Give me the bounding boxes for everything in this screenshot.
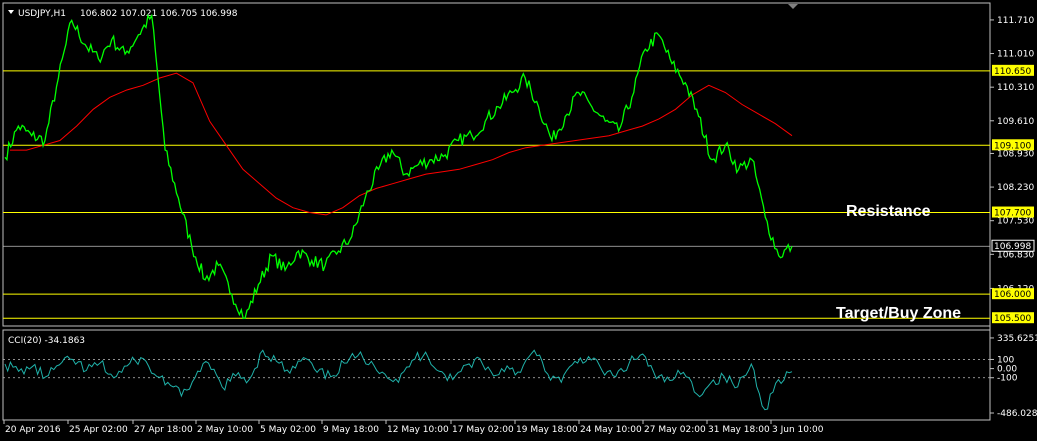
symbol-label: USDJPY,H1 <box>18 9 66 19</box>
chart-header: USDJPY,H1 106.802 107.021 106.705 106.99… <box>8 9 238 19</box>
price-pane <box>2 2 991 327</box>
time-axis: 20 Apr 2016 25 Apr 02:00 27 Apr 18:00 2 May… <box>3 420 824 435</box>
level-tag-label: 110.650 <box>994 67 1031 77</box>
price-tick-label: 108.230 <box>997 183 1034 193</box>
cci-tick-label: -100 <box>997 374 1018 384</box>
resistance-annotation: Resistance <box>846 203 931 220</box>
price-tick-label: 109.610 <box>997 117 1034 127</box>
level-tag-label: 105.500 <box>994 314 1031 324</box>
current-price-label: 106.998 <box>994 242 1031 252</box>
time-tick-label: 17 May 02:00 <box>452 425 514 435</box>
cci-header: CCI(20) -34.1863 <box>8 336 85 346</box>
cci-axis: 335.62511000.00-100-486.0282 <box>990 334 1037 419</box>
time-tick-label: 31 May 18:00 <box>708 425 770 435</box>
target-zone-annotation: Target/Buy Zone <box>836 305 961 322</box>
cci-tick-label: 335.6251 <box>997 334 1037 344</box>
chart-root: USDJPY,H1 106.802 107.021 106.705 106.99… <box>2 2 1037 435</box>
time-tick-label: 20 Apr 2016 <box>5 425 61 435</box>
price-tick-label: 111.710 <box>997 16 1034 26</box>
level-tag-label: 106.000 <box>994 290 1031 300</box>
time-tick-label: 19 May 18:00 <box>516 425 578 435</box>
cci-tick-label: -486.0282 <box>997 409 1037 419</box>
time-tick-label: 5 May 02:00 <box>260 425 316 435</box>
time-tick-label: 27 Apr 18:00 <box>134 425 193 435</box>
time-tick-label: 2 May 10:00 <box>197 425 253 435</box>
level-tag-label: 109.100 <box>994 141 1031 151</box>
time-tick-label: 25 Apr 02:00 <box>69 425 128 435</box>
time-tick-label: 9 May 18:00 <box>323 425 379 435</box>
time-tick-label: 12 May 10:00 <box>387 425 449 435</box>
price-tick-label: 110.310 <box>997 83 1034 93</box>
level-tag-label: 107.700 <box>994 209 1031 219</box>
time-tick-label: 24 May 10:00 <box>580 425 642 435</box>
price-axis: 111.710111.010110.310109.610108.930108.2… <box>990 16 1034 294</box>
time-tick-label: 27 May 02:00 <box>644 425 706 435</box>
ohlc-label: 106.802 107.021 106.705 106.998 <box>80 9 238 19</box>
price-tick-label: 111.010 <box>997 50 1034 60</box>
time-tick-label: 3 Jun 10:00 <box>772 425 824 435</box>
